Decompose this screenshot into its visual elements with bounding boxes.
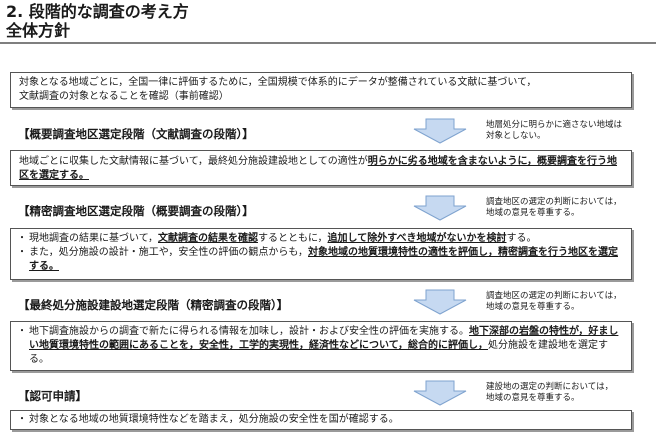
stage-note-line: 建設地の選定の判断においては， bbox=[486, 382, 614, 392]
stage-bullet-text: 対象となる地域の地質環境特性などを踏まえ，処分施設の安全性を国が確認する。 bbox=[29, 413, 625, 427]
stage-bullet: ・ また，処分施設の設計・施工や，安全性の評価の観点からも，対象地域の地質環境特… bbox=[17, 246, 625, 274]
down-arrow-3 bbox=[412, 289, 468, 315]
intro-box: 対象となる地域ごとに，全国一律に評価するために，全国規模で体系的にデータが整備さ… bbox=[10, 72, 632, 108]
stage-bullet: ・ 現地調査の結果に基づいて，文献調査の結果を確認するとともに，追加して除外すべ… bbox=[17, 232, 625, 246]
stage-note-line: 対象としない。 bbox=[486, 131, 546, 141]
bullet-dot: ・ bbox=[17, 247, 27, 258]
intro-line-1: 対象となる地域ごとに，全国一律に評価するために，全国規模で体系的にデータが整備さ… bbox=[19, 77, 537, 88]
stage-heading-1: 【概要調査地区選定段階（文献調査の段階）】 bbox=[18, 127, 254, 141]
down-arrow-1 bbox=[412, 118, 468, 144]
stage-heading-3: 【最終処分施設建設地選定段階（精密調査の段階）】 bbox=[18, 298, 289, 312]
stage-note-line: 調査地区の選定の判断においては， bbox=[486, 291, 622, 301]
text-span-emphasis: 追加して除外すべき地域がないかを検討 bbox=[327, 233, 507, 244]
stage-note-line: 地層処分に明らかに適さない地域は bbox=[486, 120, 623, 130]
text-span: する。 bbox=[506, 233, 537, 244]
down-arrow-icon bbox=[413, 118, 467, 144]
down-arrow-shape bbox=[413, 195, 467, 221]
down-arrow-icon bbox=[413, 289, 467, 315]
intro-line-2: 文献調査の対象となることを確認（事前確認） bbox=[19, 91, 229, 102]
title-divider bbox=[0, 42, 656, 44]
stage-bullet-text: 地域ごとに収集した文献情報に基づいて，最終処分施設建設地としての適性が明らかに劣… bbox=[19, 155, 623, 183]
stage-box-3: ・ 地下調査施設からの調査で新たに得られる情報を加味し，設計・および安全性の評価… bbox=[10, 321, 632, 371]
stage-note-2: 調査地区の選定の判断においては， 地域の意見を尊重する。 bbox=[486, 197, 622, 219]
page-title: 2. 段階的な調査の考え方 bbox=[6, 2, 189, 21]
stage-box-2: ・ 現地調査の結果に基づいて，文献調査の結果を確認するとともに，追加して除外すべ… bbox=[10, 228, 632, 280]
stage-bullet-text: また，処分施設の設計・施工や，安全性の評価の観点からも，対象地域の地質環境特性の… bbox=[29, 246, 625, 274]
stage-box-4: ・ 対象となる地域の地質環境特性などを踏まえ，処分施設の安全性を国が確認する。 bbox=[10, 410, 632, 430]
stage-box-1: 地域ごとに収集した文献情報に基づいて，最終処分施設建設地としての適性が明らかに劣… bbox=[10, 150, 632, 186]
text-span: 現地調査の結果に基づいて， bbox=[29, 233, 158, 244]
text-span: また，処分施設の設計・施工や，安全性の評価の観点からも， bbox=[29, 247, 308, 258]
bullet-dot: ・ bbox=[17, 326, 27, 337]
text-span: 対象となる地域の地質環境特性などを踏まえ，処分施設の安全性を国が確認する。 bbox=[29, 414, 399, 425]
down-arrow-shape bbox=[413, 289, 467, 315]
stage-bullet-text: 地下調査施設からの調査で新たに得られる情報を加味し，設計・および安全性の評価を実… bbox=[29, 325, 625, 367]
stage-note-line: 地域の意見を尊重する。 bbox=[486, 208, 580, 218]
down-arrow-icon bbox=[413, 380, 467, 406]
stage-heading-2: 【精密調査地区選定段階（概要調査の段階）】 bbox=[18, 204, 254, 218]
bullet-dot: ・ bbox=[17, 233, 27, 244]
stage-bullet: ・ 対象となる地域の地質環境特性などを踏まえ，処分施設の安全性を国が確認する。 bbox=[17, 413, 625, 427]
page-subtitle: 全体方針 bbox=[6, 21, 71, 40]
down-arrow-icon bbox=[413, 195, 467, 221]
stage-note-line: 地域の意見を尊重する。 bbox=[486, 302, 580, 312]
stage-heading-4: 【認可申請】 bbox=[18, 389, 87, 403]
stage-bullet: ・ 地下調査施設からの調査で新たに得られる情報を加味し，設計・および安全性の評価… bbox=[17, 325, 625, 367]
bullet-dot: ・ bbox=[17, 414, 27, 425]
stage-bullet: 地域ごとに収集した文献情報に基づいて，最終処分施設建設地としての適性が明らかに劣… bbox=[19, 155, 623, 183]
stage-note-1: 地層処分に明らかに適さない地域は 対象としない。 bbox=[486, 120, 622, 142]
text-span: 地域ごとに収集した文献情報に基づいて，最終処分施設建設地としての適性が bbox=[19, 156, 368, 167]
down-arrow-4 bbox=[412, 380, 468, 406]
down-arrow-2 bbox=[412, 195, 468, 221]
down-arrow-shape bbox=[413, 118, 467, 144]
stage-note-line: 地域の意見を尊重する。 bbox=[486, 393, 580, 403]
down-arrow-shape bbox=[413, 380, 467, 406]
text-span-emphasis: 文献調査の結果を確認 bbox=[158, 233, 258, 244]
stage-note-3: 調査地区の選定の判断においては， 地域の意見を尊重する。 bbox=[486, 291, 622, 313]
text-span: 地下調査施設からの調査で新たに得られる情報を加味し，設計・および安全性の評価を実… bbox=[29, 326, 469, 337]
title-block: 2. 段階的な調査の考え方 全体方針 bbox=[6, 2, 189, 40]
stage-note-4: 建設地の選定の判断においては， 地域の意見を尊重する。 bbox=[486, 382, 613, 404]
text-span: するとともに， bbox=[258, 233, 328, 244]
stage-bullet-text: 現地調査の結果に基づいて，文献調査の結果を確認するとともに，追加して除外すべき地… bbox=[29, 232, 625, 246]
stage-note-line: 調査地区の選定の判断においては， bbox=[486, 197, 622, 207]
